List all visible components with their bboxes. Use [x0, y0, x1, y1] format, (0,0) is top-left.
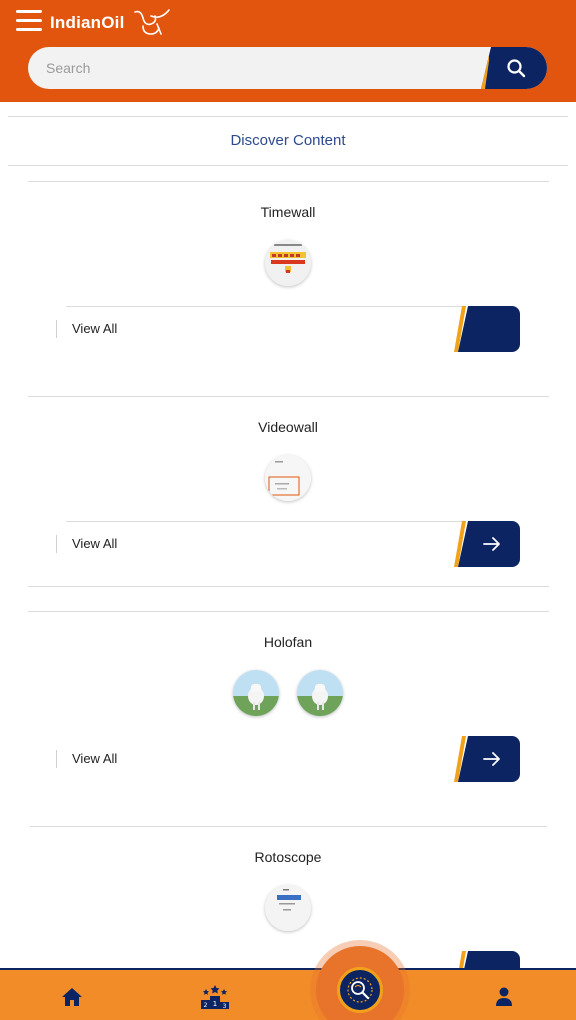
content-thumbnail[interactable] [297, 670, 343, 716]
home-icon [62, 988, 82, 1006]
page-title: Discover Content [230, 132, 346, 149]
svg-text:3: 3 [223, 1003, 227, 1010]
arrow-right-icon [483, 537, 500, 551]
content-area[interactable]: Discover Content Timewall View All Video… [0, 102, 576, 968]
section-divider [30, 826, 547, 827]
user-icon [496, 987, 512, 1006]
content-thumbnail[interactable] [265, 240, 311, 286]
search-input[interactable] [28, 47, 488, 89]
app-header: IndianOil [0, 0, 576, 102]
view-all-button[interactable] [458, 521, 520, 567]
timewall-view-all-row: View All [56, 306, 520, 352]
search-button[interactable] [481, 47, 547, 89]
search-bar [28, 47, 547, 89]
section-title-videowall: Videowall [258, 419, 318, 435]
section-divider [28, 396, 549, 397]
rotoscope-view-all-row [56, 951, 520, 968]
menu-button[interactable] [14, 10, 44, 32]
section-divider [28, 611, 549, 612]
divider [8, 165, 568, 166]
view-all-link[interactable]: View All [72, 321, 117, 336]
view-all-link[interactable]: View All [72, 751, 117, 766]
section-divider [28, 181, 549, 182]
leaderboard-icon: 1 2 3 [201, 985, 229, 1010]
content-thumbnail[interactable] [265, 455, 311, 501]
svg-text:2: 2 [204, 1002, 208, 1009]
discover-icon [347, 977, 373, 1003]
hamburger-icon [16, 10, 42, 13]
section-title-rotoscope: Rotoscope [254, 849, 322, 865]
brand-mark-icon [133, 9, 170, 35]
rotoscope-thumbnails [0, 885, 576, 931]
view-all-link[interactable]: View All [72, 536, 117, 551]
videowall-view-all-row: View All [56, 521, 520, 567]
section-title-timewall: Timewall [260, 204, 316, 220]
nav-home[interactable] [57, 982, 87, 1012]
holofan-view-all-row: View All [56, 736, 520, 782]
videowall-thumbnails [0, 455, 576, 501]
brand-name: IndianOil [50, 13, 125, 32]
holofan-thumbnails [0, 670, 576, 716]
search-icon [507, 59, 526, 78]
svg-text:1: 1 [213, 1000, 217, 1008]
timewall-thumbnails [0, 240, 576, 286]
nav-profile[interactable] [489, 982, 519, 1012]
view-all-button[interactable] [458, 736, 520, 782]
brand-logo: IndianOil [50, 8, 173, 38]
bottom-nav: 1 2 3 [0, 968, 576, 1020]
arrow-right-icon [483, 752, 500, 766]
content-thumbnail[interactable] [233, 670, 279, 716]
divider [8, 116, 568, 117]
view-all-button[interactable] [458, 951, 520, 968]
nav-leaderboard[interactable]: 1 2 3 [200, 982, 230, 1012]
view-all-button[interactable] [458, 306, 520, 352]
content-thumbnail[interactable] [265, 885, 311, 931]
section-divider [28, 586, 549, 587]
section-title-holofan: Holofan [263, 634, 313, 650]
